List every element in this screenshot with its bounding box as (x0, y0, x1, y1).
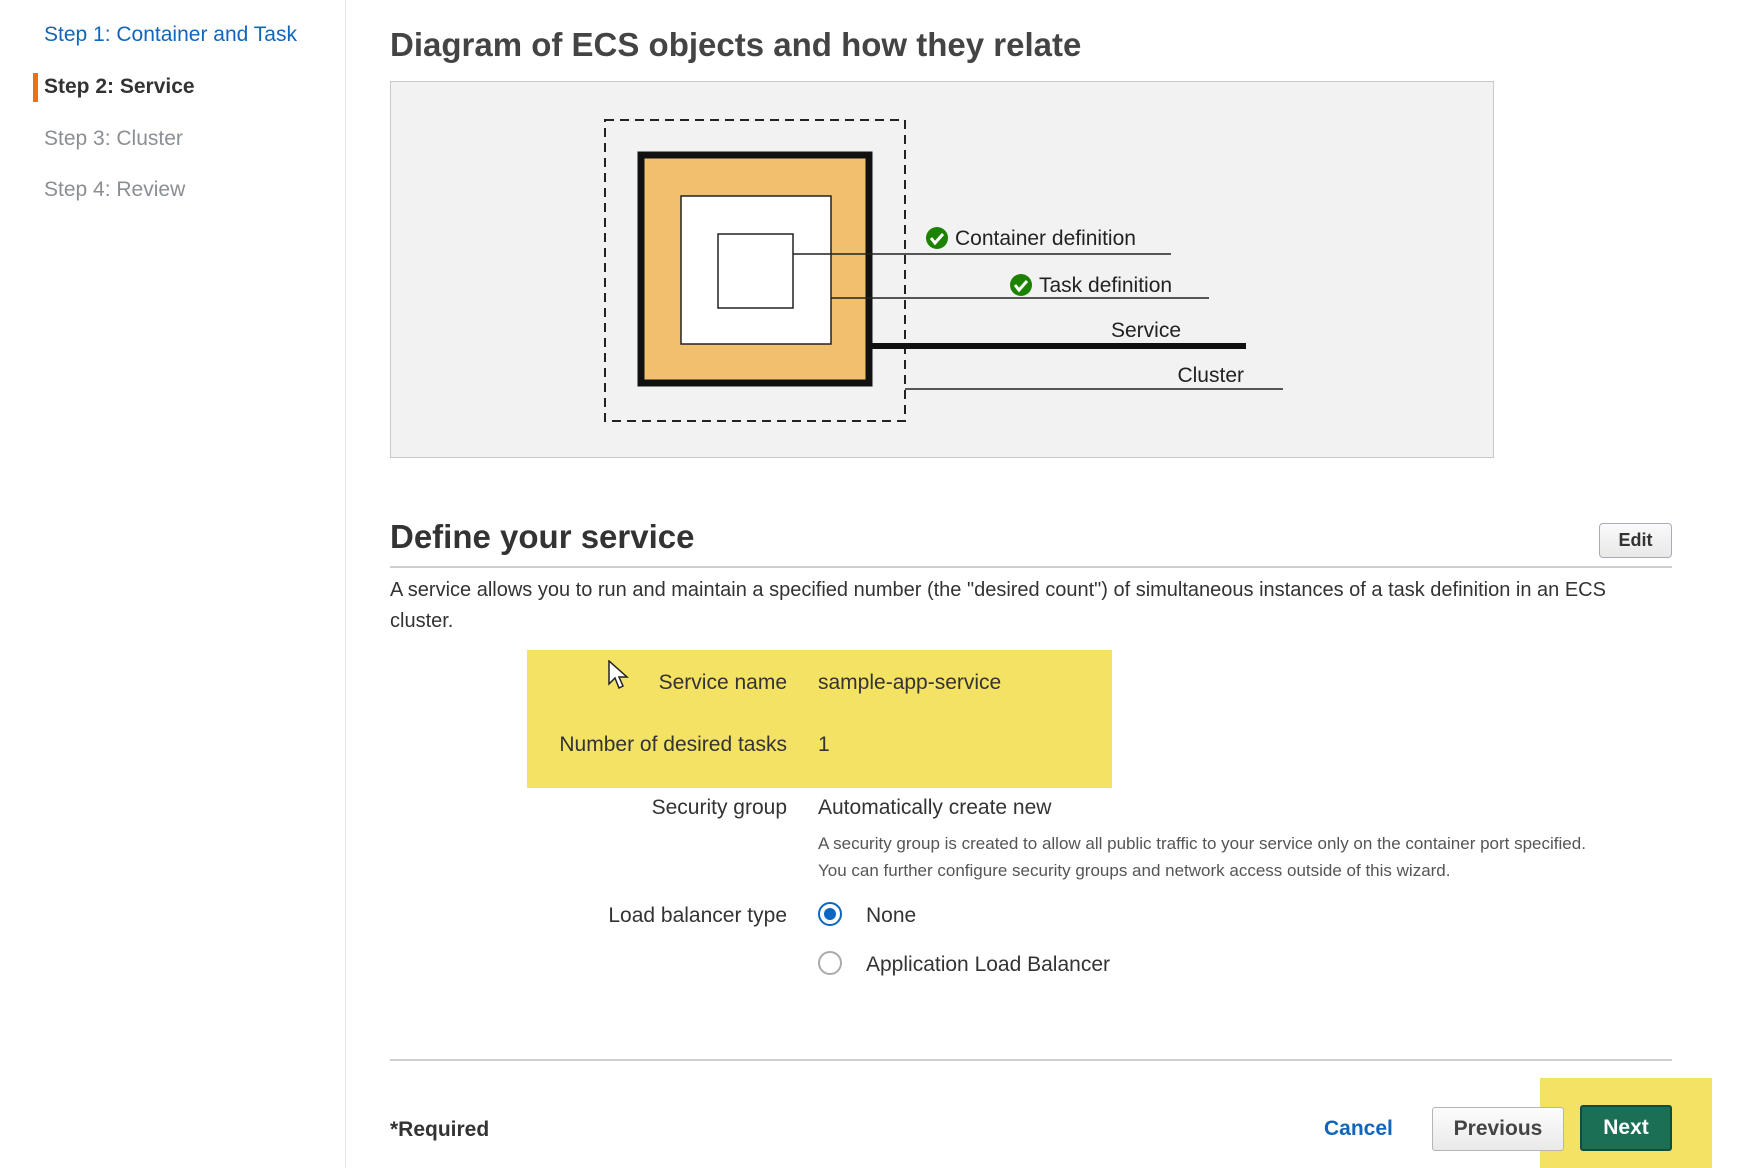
container-box (717, 233, 794, 309)
service-name-label: Service name (658, 671, 787, 694)
diagram-heading: Diagram of ECS objects and how they rela… (390, 26, 1082, 63)
mouse-cursor-icon (608, 660, 629, 690)
step-4-label: Step 4: Review (44, 178, 186, 201)
active-step-indicator (33, 73, 38, 102)
next-button[interactable]: Next (1580, 1105, 1672, 1151)
security-group-value: Automatically create new (818, 796, 1052, 819)
lb-alb-label[interactable]: Application Load Balancer (866, 953, 1110, 977)
load-balancer-label: Load balancer type (608, 904, 787, 927)
ecs-diagram: Container definition Task definition Ser… (390, 81, 1494, 458)
step-1-link[interactable]: Step 1: Container and Task (44, 23, 297, 47)
wizard-steps-sidebar: Step 1: Container and Task Step 2: Servi… (0, 0, 346, 1168)
service-section-heading: Define your service (390, 518, 695, 555)
task-check-icon (1010, 274, 1032, 296)
desired-tasks-value: 1 (818, 733, 830, 756)
footer-divider (390, 1059, 1672, 1061)
security-group-help-1: A security group is created to allow all… (818, 834, 1586, 853)
lb-none-label[interactable]: None (866, 904, 916, 928)
step-2-current: Step 2: Service (44, 75, 195, 98)
security-group-label: Security group (651, 796, 787, 819)
container-check-icon (926, 227, 948, 249)
service-name-value: sample-app-service (818, 671, 1002, 694)
edit-button[interactable]: Edit (1599, 523, 1672, 558)
previous-button[interactable]: Previous (1432, 1107, 1564, 1151)
lb-alb-radio[interactable] (818, 951, 842, 975)
required-note: *Required (390, 1118, 490, 1141)
lb-none-radio[interactable] (818, 902, 842, 926)
container-definition-label: Container definition (955, 227, 1136, 250)
security-group-help-2: You can further configure security group… (818, 861, 1451, 880)
desired-tasks-label: Number of desired tasks (559, 733, 787, 756)
task-definition-label: Task definition (1039, 274, 1172, 297)
service-description: A service allows you to run and maintain… (390, 579, 1606, 632)
cancel-link[interactable]: Cancel (1324, 1117, 1393, 1141)
ecs-diagram-graphic: Container definition Task definition Ser… (604, 119, 1283, 422)
step-3-label: Step 3: Cluster (44, 127, 183, 150)
cluster-label: Cluster (1177, 364, 1244, 387)
section-divider (390, 566, 1672, 568)
service-label: Service (1111, 319, 1181, 342)
